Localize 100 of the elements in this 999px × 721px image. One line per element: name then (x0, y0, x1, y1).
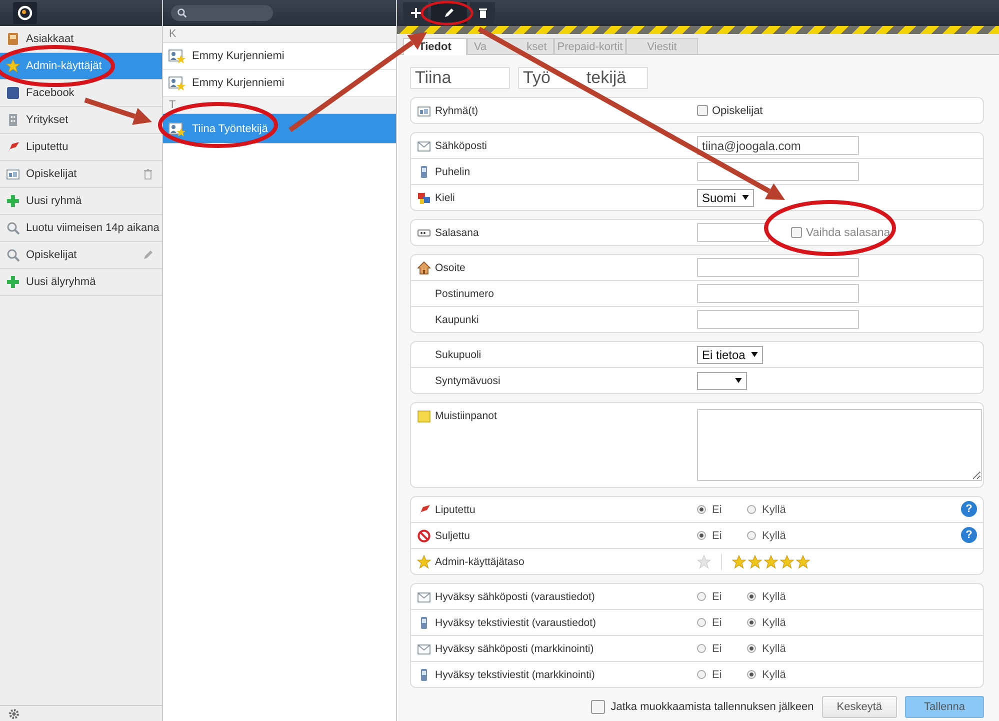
radio-option[interactable]: Kyllä (747, 642, 787, 654)
sidebar-item[interactable]: Facebook (0, 80, 162, 107)
section-header: K (163, 26, 396, 43)
field-label: Sähköposti (435, 140, 487, 152)
field-label: Postinumero (435, 288, 494, 300)
plus-icon (410, 7, 422, 19)
select-dropdown[interactable]: Ei tietoa (697, 346, 764, 364)
first-name-field[interactable]: Tiina (410, 67, 510, 89)
star-icon[interactable] (764, 554, 778, 568)
help-button[interactable]: ? (961, 527, 977, 543)
input-field[interactable] (697, 310, 859, 329)
password-field[interactable] (697, 223, 769, 242)
radio-option[interactable]: Ei (697, 616, 737, 628)
radio-button[interactable] (747, 618, 756, 627)
clear-rating-icon[interactable] (697, 554, 711, 568)
contact-item[interactable]: Emmy Kurjenniemi (163, 43, 396, 70)
contact-card-icon (168, 48, 186, 64)
radio-option[interactable]: Ei (697, 530, 737, 542)
cancel-button[interactable]: Keskeytä (822, 696, 898, 718)
select-dropdown[interactable] (697, 372, 747, 390)
save-button[interactable]: Tallenna (905, 696, 984, 718)
radio-button[interactable] (747, 644, 756, 653)
radio-option[interactable]: Ei (697, 642, 737, 654)
radio-option[interactable]: Ei (697, 590, 737, 602)
radio-option[interactable]: Kyllä (747, 530, 787, 542)
checkbox-box[interactable] (697, 105, 708, 116)
help-button[interactable]: ? (961, 501, 977, 517)
search-icon (6, 248, 20, 262)
field-label: Ryhmä(t) (435, 104, 478, 116)
notes-field[interactable] (697, 409, 982, 481)
radio-button[interactable] (697, 618, 706, 627)
flags-icon (417, 190, 431, 204)
delete-button[interactable] (470, 2, 495, 24)
input-field[interactable] (697, 258, 859, 277)
search-icon (177, 8, 187, 18)
sidebar-item[interactable]: Liputettu (0, 134, 162, 161)
checkbox[interactable]: Vaihda salasana (791, 226, 890, 238)
radio-button[interactable] (747, 592, 756, 601)
input-field[interactable] (697, 162, 859, 181)
field-label: Hyväksy tekstiviestit (markkinointi) (435, 668, 595, 680)
note-icon (417, 409, 431, 423)
checkbox[interactable]: Opiskelijat (697, 104, 763, 116)
select-dropdown[interactable]: Suomi (697, 188, 754, 206)
radio-button[interactable] (697, 644, 706, 653)
gear-icon[interactable] (8, 708, 20, 720)
field-label: Hyväksy sähköposti (varaustiedot) (435, 590, 595, 602)
star-icon[interactable] (780, 554, 794, 568)
search-field[interactable] (171, 5, 273, 21)
contact-card-icon (168, 120, 186, 136)
sidebar-item[interactable]: Uusi ryhmä (0, 188, 162, 215)
trash-icon[interactable] (142, 168, 154, 180)
field-label: Osoite (435, 262, 466, 274)
caret-icon (742, 195, 750, 200)
pencil-icon (443, 7, 455, 19)
house-icon (417, 260, 431, 274)
radio-option[interactable]: Kyllä (747, 616, 787, 628)
star-icon[interactable] (748, 554, 762, 568)
input-field[interactable]: tiina@joogala.com (697, 136, 859, 155)
radio-button[interactable] (697, 592, 706, 601)
forbidden-icon (417, 528, 431, 542)
add-button[interactable] (403, 2, 428, 24)
field-label: Salasana (435, 226, 479, 238)
star-icon[interactable] (796, 554, 810, 568)
radio-button[interactable] (747, 531, 756, 540)
radio-button[interactable] (747, 505, 756, 514)
checkbox-box[interactable] (590, 700, 605, 714)
last-name-field[interactable]: Työ tekijä (518, 67, 648, 89)
star-rating[interactable] (732, 554, 810, 568)
radio-option[interactable]: Kyllä (747, 504, 787, 516)
radio-button[interactable] (697, 505, 706, 514)
star-icon (417, 554, 431, 568)
star-icon (6, 59, 20, 73)
radio-button[interactable] (697, 670, 706, 679)
radio-option[interactable]: Kyllä (747, 590, 787, 602)
field-label: Admin-käyttäjätaso (435, 556, 524, 568)
caret-icon (735, 378, 742, 383)
radio-option[interactable]: Ei (697, 504, 737, 516)
logo-icon[interactable] (13, 2, 37, 24)
star-icon[interactable] (732, 554, 746, 568)
sidebar-item[interactable]: Opiskelijat (0, 242, 162, 269)
annotation-ellipse (420, 0, 474, 26)
group-icon (6, 167, 20, 181)
radio-option[interactable]: Ei (697, 668, 737, 680)
input-field[interactable] (697, 284, 859, 303)
radio-option[interactable]: Kyllä (747, 668, 787, 680)
sidebar-item[interactable]: Uusi älyryhmä (0, 269, 162, 296)
checkbox[interactable]: Jatka muokkaamista tallennuksen jälkeen (590, 700, 814, 714)
plus-icon (6, 194, 20, 208)
radio-button[interactable] (697, 531, 706, 540)
field-label: Puhelin (435, 166, 470, 178)
pencil-icon[interactable] (142, 249, 154, 261)
caret-icon (751, 352, 758, 357)
trash-icon (476, 7, 488, 19)
field-label: Kaupunki (435, 314, 479, 326)
social-icon (6, 86, 20, 100)
field-label: Liputettu (435, 504, 476, 516)
radio-button[interactable] (747, 670, 756, 679)
field-label: Muistiinpanot (435, 410, 497, 422)
checkbox-box[interactable] (791, 227, 802, 238)
sidebar-item[interactable]: Opiskelijat (0, 161, 162, 188)
